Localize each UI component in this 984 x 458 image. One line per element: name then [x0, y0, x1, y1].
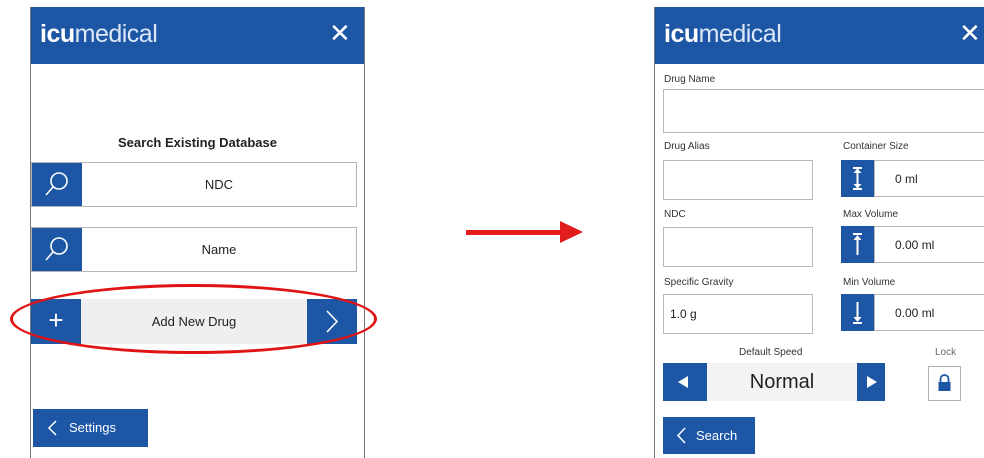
logo-bold-text: icu: [40, 20, 75, 48]
container-size-label: Container Size: [843, 141, 909, 152]
default-speed-label: Default Speed: [739, 347, 803, 358]
icu-medical-logo: icumedical: [664, 20, 782, 49]
container-size-field[interactable]: 0 ml: [874, 160, 984, 197]
logo-bold-text: icu: [664, 20, 699, 48]
drug-alias-label: Drug Alias: [664, 141, 710, 152]
close-icon[interactable]: ✕: [959, 18, 981, 48]
app-header: icumedical ✕: [655, 7, 984, 64]
drug-name-label: Drug Name: [664, 74, 716, 85]
default-speed-selector: Normal: [663, 363, 885, 401]
speed-next-button[interactable]: [857, 363, 885, 401]
settings-label: Settings: [69, 420, 116, 435]
ndc-label: NDC: [664, 209, 686, 220]
drug-name-input[interactable]: [663, 89, 984, 133]
search-database-screen: icumedical ✕ Search Existing Database ND…: [30, 7, 365, 458]
section-title: Search Existing Database: [118, 135, 277, 150]
search-button[interactable]: Search: [663, 417, 755, 454]
chevron-left-icon: [676, 427, 686, 444]
add-drug-screen: icumedical ✕ Drug Name Drug Alias Contai…: [654, 7, 984, 458]
drug-alias-input[interactable]: [663, 160, 813, 200]
container-size-value: 0 ml: [895, 172, 918, 186]
specific-gravity-value: 1.0 g: [670, 307, 697, 321]
search-icon: [32, 163, 82, 206]
specific-gravity-input[interactable]: 1.0 g: [663, 294, 813, 334]
search-ndc-button[interactable]: NDC: [31, 162, 357, 207]
logo-light-text: medical: [698, 20, 782, 48]
search-ndc-label: NDC: [204, 177, 234, 192]
search-name-button[interactable]: Name: [31, 227, 357, 272]
min-volume-label: Min Volume: [843, 277, 896, 288]
lock-toggle[interactable]: [928, 366, 961, 401]
app-header: icumedical ✕: [31, 7, 364, 64]
default-speed-value: Normal: [707, 363, 857, 401]
double-arrow-vertical-icon[interactable]: [841, 160, 874, 197]
specific-gravity-label: Specific Gravity: [664, 277, 734, 288]
arrow-up-icon[interactable]: [841, 226, 874, 263]
search-icon: [32, 228, 82, 271]
triangle-right-icon: [867, 376, 877, 388]
max-volume-field[interactable]: 0.00 ml: [874, 226, 984, 263]
lock-icon: [938, 374, 951, 391]
arrow-down-icon[interactable]: [841, 294, 874, 331]
search-label: Search: [696, 428, 738, 443]
search-name-label: Name: [201, 242, 237, 257]
speed-prev-button[interactable]: [663, 363, 707, 401]
settings-button[interactable]: Settings: [33, 409, 148, 447]
logo-light-text: medical: [74, 20, 158, 48]
highlight-ellipse: [10, 284, 377, 354]
ndc-input[interactable]: [663, 227, 813, 267]
close-icon[interactable]: ✕: [329, 18, 351, 48]
min-volume-field[interactable]: 0.00 ml: [874, 294, 984, 331]
max-volume-value: 0.00 ml: [895, 238, 935, 252]
triangle-left-icon: [678, 376, 688, 388]
icu-medical-logo: icumedical: [40, 20, 158, 49]
chevron-left-icon: [47, 420, 57, 436]
lock-label: Lock: [935, 347, 957, 358]
red-arrow-shaft: [466, 230, 562, 235]
red-arrow-head: [560, 221, 583, 243]
max-volume-label: Max Volume: [843, 209, 899, 220]
min-volume-value: 0.00 ml: [895, 306, 935, 320]
